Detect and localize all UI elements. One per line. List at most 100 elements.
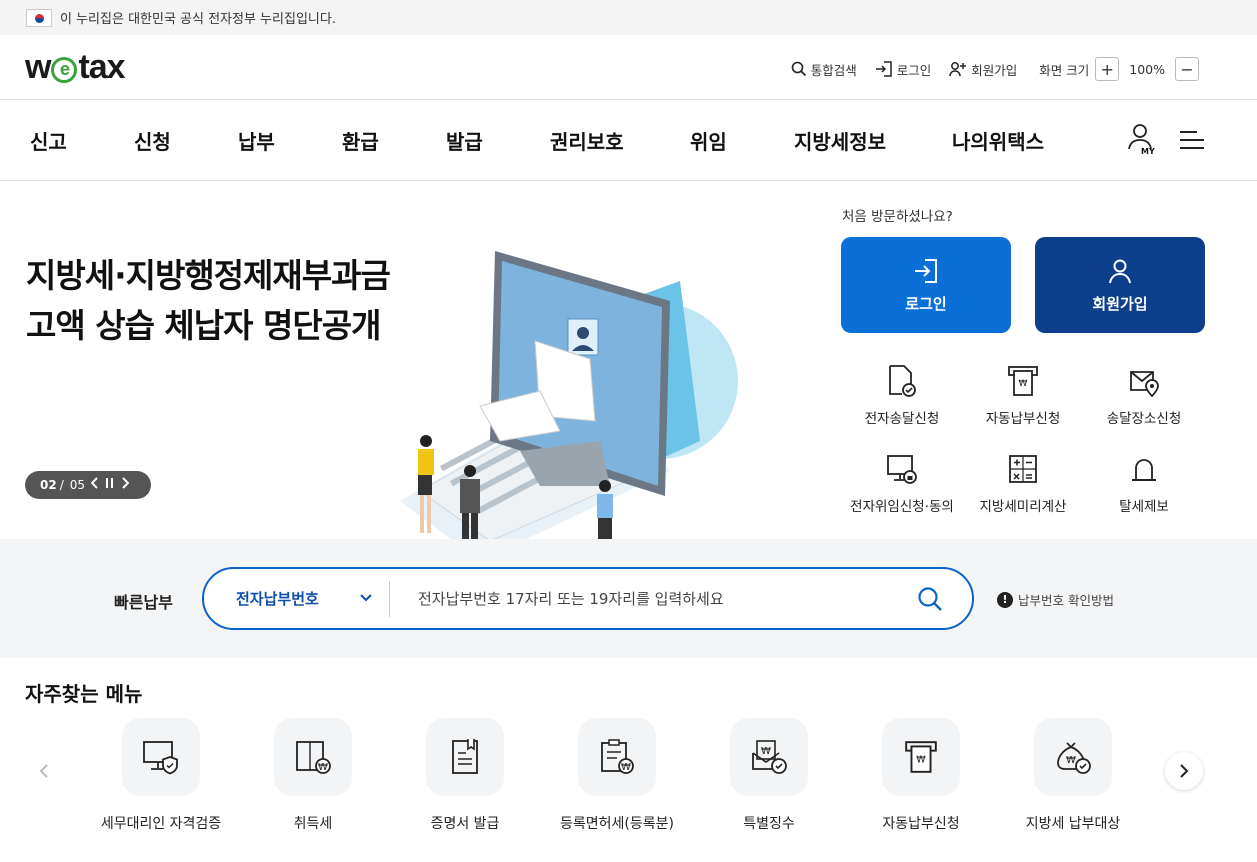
frequent-item-label: 세무대리인 자격검증 [100, 816, 222, 832]
frequent-prev-button[interactable] [25, 752, 63, 790]
nav-rights[interactable]: 권리보호 [550, 126, 624, 155]
clipboard-won-icon: ₩ [601, 739, 634, 774]
quick-link-tax-calc[interactable]: 지방세미리계산 [958, 451, 1088, 515]
frequent-item-auto-pay[interactable]: ₩ 자동납부신청 [845, 718, 997, 833]
gov-banner: 이 누리집은 대한민국 공식 전자정부 누리집입니다. [0, 0, 1257, 35]
slide-current: 02 [40, 478, 57, 492]
envelope-won-icon: ₩ [752, 740, 787, 774]
svg-text:₩: ₩ [318, 762, 328, 773]
nav-apply[interactable]: 신청 [134, 126, 171, 155]
integrated-search-link[interactable]: 통합검색 [791, 60, 857, 79]
slide-pause-button[interactable] [105, 477, 115, 493]
svg-text:₩: ₩ [1066, 755, 1076, 766]
zoom-out-button[interactable]: − [1175, 57, 1199, 81]
payment-number-help-label: 납부번호 확인방법 [1018, 593, 1114, 608]
frequent-item-acquisition-tax[interactable]: ₩ 취득세 [237, 718, 389, 833]
payment-number-help-link[interactable]: ! 납부번호 확인방법 [997, 590, 1114, 609]
quick-pay-section: 빠른납부 전자납부번호 ! 납부번호 확인방법 [0, 539, 1257, 658]
zoom-in-button[interactable]: + [1095, 57, 1120, 81]
payment-number-type-select[interactable]: 전자납부번호 [204, 580, 390, 617]
main-nav: 신고 신청 납부 환급 발급 권리보호 위임 지방세정보 나의위택스 MY [0, 100, 1257, 181]
chevron-right-icon [1180, 764, 1189, 778]
quick-link-label: 탈세제보 [1119, 499, 1169, 515]
zoom-value: 100% [1129, 61, 1165, 77]
hero-title[interactable]: 지방세·지방행정제재부과금 고액 상습 체납자 명단공개 [26, 251, 391, 351]
quick-link-label: 지방세미리계산 [979, 499, 1067, 515]
payment-number-input[interactable] [390, 580, 902, 617]
quick-link-auto-pay[interactable]: ₩ 자동납부신청 [958, 363, 1088, 427]
svg-text:₩: ₩ [621, 762, 631, 773]
header-join-link[interactable]: 회원가입 [949, 60, 1017, 79]
slide-prev-button[interactable] [90, 477, 99, 493]
siren-icon [1132, 459, 1156, 481]
frequent-item-label: 등록면허세(등록분) [560, 816, 674, 832]
gov-banner-text: 이 누리집은 대한민국 공식 전자정부 누리집입니다. [60, 12, 336, 27]
chevron-left-icon [90, 477, 98, 489]
slide-next-button[interactable] [121, 477, 130, 493]
nav-icons: MY [1125, 122, 1205, 158]
main-join-label: 회원가입 [1092, 294, 1148, 313]
utility-menu: 통합검색 로그인 회원가입 화면 크기 + 100% − [773, 57, 1205, 81]
svg-text:₩: ₩ [761, 746, 771, 757]
my-page-icon[interactable]: MY [1125, 122, 1159, 158]
chevron-right-icon [122, 477, 130, 489]
certificate-icon [452, 739, 478, 774]
quick-pay-search-button[interactable] [902, 581, 958, 617]
integrated-search-label: 통합검색 [810, 62, 857, 78]
frequent-item-registration-license-tax[interactable]: ₩ 등록면허세(등록분) [541, 718, 693, 833]
quick-pay-box: 전자납부번호 [202, 567, 974, 630]
header-login-link[interactable]: 로그인 [875, 60, 931, 79]
quick-link-tax-evasion-report[interactable]: 탈세제보 [1079, 451, 1209, 515]
frequent-item-label: 자동납부신청 [882, 816, 960, 832]
document-won-icon: ₩ [296, 741, 331, 774]
quick-link-label: 전자송달신청 [864, 411, 940, 427]
slide-separator: / [59, 478, 64, 492]
auto-payment-icon: ₩ [905, 741, 937, 773]
my-label: MY [1141, 147, 1155, 156]
nav-my-wetax[interactable]: 나의위택스 [952, 126, 1044, 155]
nav-pay[interactable]: 납부 [238, 126, 275, 155]
quick-pay-label: 빠른납부 [114, 593, 173, 612]
nav-delegate[interactable]: 위임 [690, 126, 727, 155]
menu-icon[interactable] [1179, 129, 1205, 151]
korea-flag-icon [26, 8, 52, 27]
hero-title-line2: 고액 상습 체납자 명단공개 [26, 306, 381, 345]
search-icon [918, 586, 942, 611]
money-bag-icon: ₩ [1057, 742, 1091, 774]
first-visit-label: 처음 방문하셨나요? [842, 209, 953, 225]
quick-link-e-delegation[interactable]: 전자위임신청·동의 [837, 451, 967, 515]
monitor-lock-icon [887, 455, 917, 484]
nav-local-tax-info[interactable]: 지방세정보 [794, 126, 886, 155]
user-plus-icon [949, 62, 967, 77]
svg-text:₩: ₩ [1019, 379, 1028, 389]
frequent-item-special-collection[interactable]: ₩ 특별징수 [693, 718, 845, 833]
nav-report[interactable]: 신고 [30, 126, 67, 155]
nav-refund[interactable]: 환급 [342, 126, 379, 155]
exclamation-icon: ! [997, 591, 1013, 608]
chevron-down-icon [360, 593, 372, 601]
quick-link-delivery-place[interactable]: 송달장소신청 [1079, 363, 1209, 427]
hero-section: 지방세·지방행정제재부과금 고액 상습 체납자 명단공개 02 / 05 처음 … [0, 181, 1257, 539]
hero-illustration [400, 251, 738, 539]
main-login-button[interactable]: 로그인 [841, 237, 1011, 333]
quick-link-label: 자동납부신청 [985, 411, 1061, 427]
frequent-item-label: 취득세 [293, 816, 333, 832]
quick-link-label: 전자위임신청·동의 [850, 499, 954, 515]
frequent-item-label: 증명서 발급 [430, 816, 500, 832]
main-login-label: 로그인 [905, 294, 947, 313]
wetax-logo[interactable]: w e tax [25, 48, 126, 87]
user-icon [1109, 259, 1131, 283]
frequent-item-certificate[interactable]: 증명서 발급 [389, 718, 541, 833]
frequent-next-button[interactable] [1165, 752, 1203, 790]
auto-payment-icon: ₩ [1008, 366, 1038, 396]
monitor-shield-icon [143, 741, 178, 775]
slide-controls: 02 / 05 [25, 471, 151, 499]
login-icon [915, 258, 937, 283]
login-icon [875, 61, 892, 77]
frequent-item-tax-agent[interactable]: 세무대리인 자격검증 [85, 718, 237, 833]
nav-issue[interactable]: 발급 [446, 126, 483, 155]
quick-link-e-delivery[interactable]: 전자송달신청 [837, 363, 967, 427]
calculator-icon [1009, 455, 1037, 483]
frequent-item-tax-payment-target[interactable]: ₩ 지방세 납부대상 [997, 718, 1149, 833]
main-join-button[interactable]: 회원가입 [1035, 237, 1205, 333]
